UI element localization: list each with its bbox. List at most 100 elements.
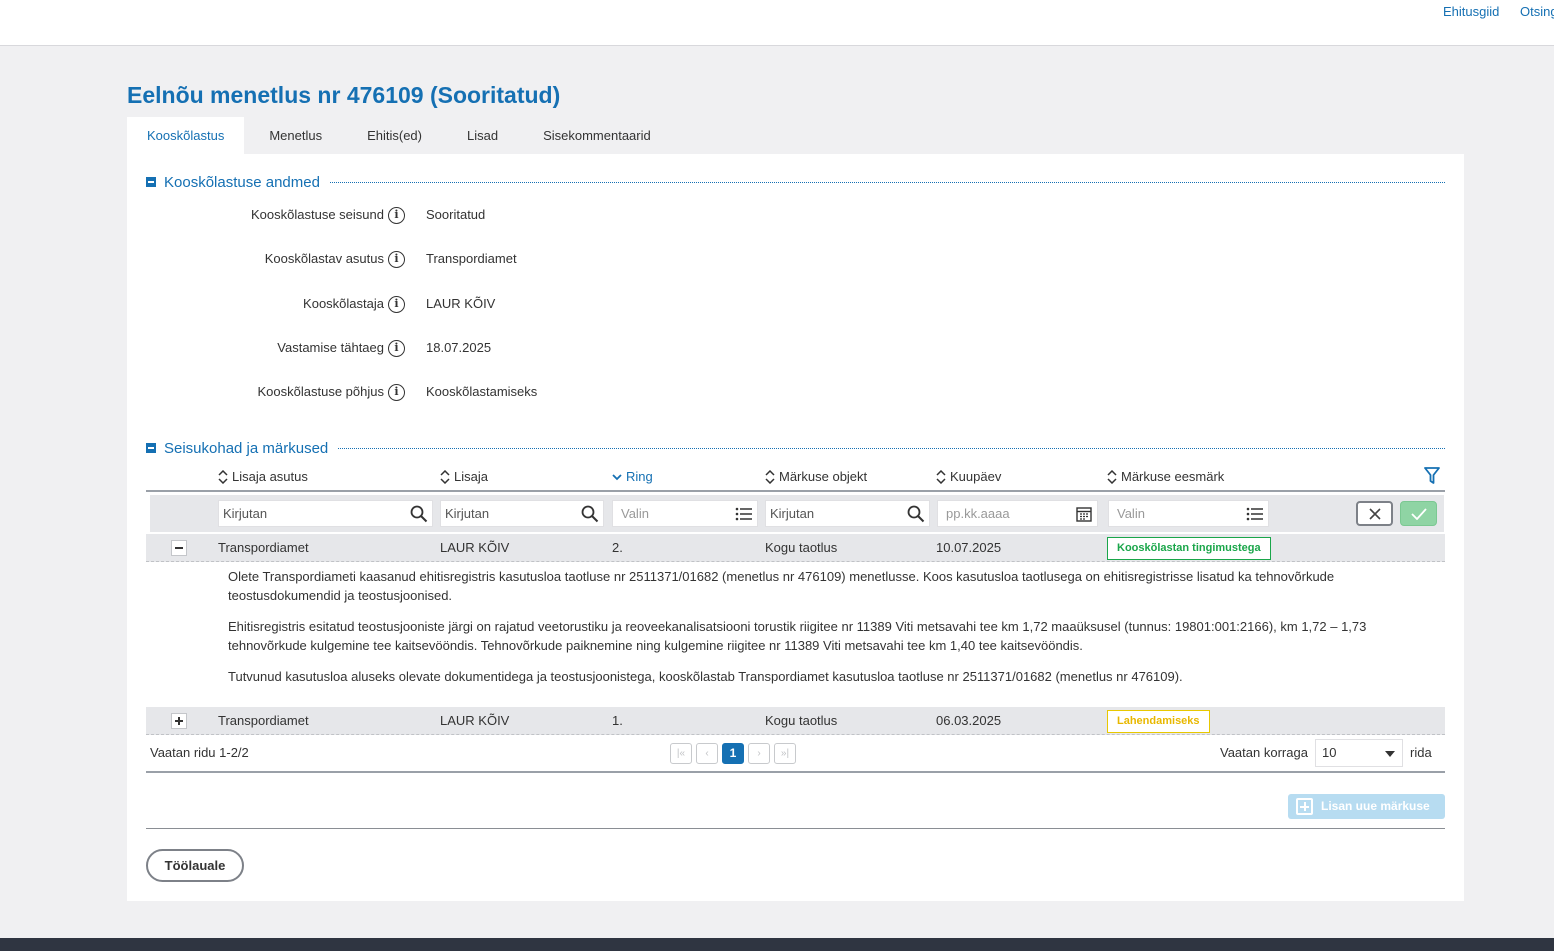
- cell-lisaja: LAUR KÕIV: [440, 713, 510, 728]
- page-1-button[interactable]: 1: [722, 743, 744, 764]
- remark-paragraph: Ehitisregistris esitatud teostusjooniste…: [228, 619, 1367, 653]
- column-markuse-objekt[interactable]: Märkuse objekt: [765, 468, 867, 486]
- cell-objekt: Kogu taotlus: [765, 713, 838, 728]
- field-value: Sooritatud: [426, 207, 486, 222]
- filter-eesmark: [1108, 500, 1269, 527]
- info-icon[interactable]: i: [388, 296, 405, 313]
- back-to-dashboard-button[interactable]: Töölauale: [146, 849, 244, 882]
- remarks-section-header: Seisukohad ja märkused: [146, 438, 1445, 458]
- remark-paragraph: Olete Transpordiameti kaasanud ehitisreg…: [228, 569, 1335, 603]
- column-label: Lisaja asutus: [232, 469, 308, 484]
- filter-lisaja: [440, 500, 604, 527]
- search-icon[interactable]: [581, 505, 599, 523]
- info-icon[interactable]: i: [388, 251, 405, 268]
- status-badge: Lahendamiseks: [1107, 710, 1210, 733]
- expand-row-icon[interactable]: [171, 713, 187, 729]
- list-icon[interactable]: [1246, 505, 1264, 523]
- field-value: Kooskõlastamiseks: [426, 384, 538, 399]
- clear-filters-button[interactable]: [1356, 501, 1393, 526]
- table-row[interactable]: Transpordiamet LAUR KÕIV 2. Kogu taotlus…: [146, 534, 1445, 562]
- collapse-row-icon[interactable]: [171, 540, 187, 556]
- table-footer-divider: [146, 771, 1445, 773]
- cell-kuupaev: 10.07.2025: [936, 540, 1002, 555]
- filter-lisaja-asutus: [218, 500, 433, 527]
- prev-page-button[interactable]: ‹: [696, 743, 718, 764]
- field-value: LAUR KÕIV: [426, 296, 496, 311]
- plus-icon: [1296, 798, 1313, 815]
- tab-kooskolastus[interactable]: Kooskõlastus: [127, 117, 245, 154]
- filter-kuupaev: [937, 500, 1098, 527]
- list-icon[interactable]: [735, 505, 753, 523]
- table-row[interactable]: Transpordiamet LAUR KÕIV 1. Kogu taotlus…: [146, 707, 1445, 735]
- cell-objekt: Kogu taotlus: [765, 540, 838, 555]
- column-label: Ring: [626, 469, 653, 484]
- cell-ring: 2.: [612, 540, 623, 555]
- table-header-divider: [146, 490, 1445, 492]
- filter-objekt-input[interactable]: [766, 501, 929, 526]
- page-size-suffix: rida: [1410, 745, 1432, 760]
- tab-ehitised[interactable]: Ehitis(ed): [347, 117, 442, 154]
- remark-text: Olete Transpordiameti kaasanud ehitisreg…: [228, 567, 1418, 698]
- column-markuse-eesmark[interactable]: Märkuse eesmärk: [1107, 468, 1224, 486]
- otsing-link[interactable]: Otsing: [1520, 4, 1554, 19]
- tab-menetlus[interactable]: Menetlus: [249, 117, 342, 154]
- chevron-down-icon: [1385, 751, 1395, 757]
- check-icon: [1411, 508, 1427, 520]
- pagination: |« ‹ 1 › »|: [670, 743, 800, 764]
- last-page-button[interactable]: »|: [774, 743, 796, 764]
- field-pohjus: Kooskõlastuse põhjus i Kooskõlastamiseks: [127, 382, 827, 402]
- section-divider: [338, 447, 1445, 449]
- column-label: Märkuse eesmärk: [1121, 469, 1225, 484]
- filter-eesmark-select[interactable]: [1109, 501, 1268, 526]
- column-label: Kuupäev: [950, 469, 1002, 484]
- field-label: Kooskõlastuse põhjus: [257, 384, 384, 399]
- pager-summary: Vaatan ridu 1-2/2: [150, 745, 249, 760]
- page-size-label: Vaatan korraga: [1220, 745, 1308, 760]
- filter-bar: [150, 495, 1444, 532]
- column-lisaja-asutus[interactable]: Lisaja asutus: [218, 468, 308, 486]
- tab-lisad[interactable]: Lisad: [447, 117, 518, 154]
- filter-objekt: [765, 500, 930, 527]
- sort-icon: [440, 470, 450, 484]
- next-page-button[interactable]: ›: [748, 743, 770, 764]
- column-kuupaev[interactable]: Kuupäev: [936, 468, 1001, 486]
- search-icon[interactable]: [907, 505, 925, 523]
- page-size-value: 10: [1322, 745, 1337, 760]
- add-remark-button[interactable]: Lisan uue märkuse: [1288, 794, 1445, 819]
- info-icon[interactable]: i: [388, 340, 405, 357]
- field-label: Kooskõlastaja: [303, 296, 384, 311]
- page-title: Eelnõu menetlus nr 476109 (Sooritatud): [127, 82, 561, 108]
- collapse-icon[interactable]: [146, 177, 156, 187]
- cell-kuupaev: 06.03.2025: [936, 713, 1002, 728]
- section-divider: [146, 828, 1445, 829]
- details-section-header: Kooskõlastuse andmed: [146, 172, 1445, 192]
- field-value: 18.07.2025: [426, 340, 492, 355]
- page-size-select[interactable]: 10: [1315, 739, 1403, 767]
- info-icon[interactable]: i: [388, 207, 405, 224]
- sort-icon: [765, 470, 775, 484]
- field-asutus: Kooskõlastav asutus i Transpordiamet: [127, 249, 827, 269]
- column-ring[interactable]: Ring: [612, 468, 653, 486]
- tab-bar: Kooskõlastus Menetlus Ehitis(ed) Lisad S…: [127, 117, 671, 154]
- content-panel: Kooskõlastuse andmed Kooskõlastuse seisu…: [127, 154, 1464, 901]
- page-footer: [0, 938, 1554, 951]
- cell-lisaja: LAUR KÕIV: [440, 540, 510, 555]
- apply-filters-button[interactable]: [1400, 501, 1437, 526]
- cell-asutus: Transpordiamet: [218, 540, 309, 555]
- info-icon[interactable]: i: [388, 384, 405, 401]
- first-page-button[interactable]: |«: [670, 743, 692, 764]
- tab-sisekommentaarid[interactable]: Sisekommentaarid: [523, 117, 671, 154]
- ehitusgiid-link[interactable]: Ehitusgiid: [1443, 4, 1499, 19]
- filter-ring: [612, 500, 758, 527]
- field-kooskolastaja: Kooskõlastaja i LAUR KÕIV: [127, 294, 827, 314]
- add-remark-label: Lisan uue märkuse: [1321, 799, 1430, 813]
- collapse-icon[interactable]: [146, 443, 156, 453]
- filter-icon[interactable]: [1424, 467, 1440, 485]
- column-lisaja[interactable]: Lisaja: [440, 468, 488, 486]
- calendar-icon[interactable]: [1075, 505, 1093, 523]
- search-icon[interactable]: [410, 505, 428, 523]
- filter-lisaja-asutus-input[interactable]: [219, 501, 432, 526]
- filter-kuupaev-input[interactable]: [938, 501, 1097, 526]
- sort-desc-icon: [612, 474, 622, 481]
- filter-lisaja-input[interactable]: [441, 501, 603, 526]
